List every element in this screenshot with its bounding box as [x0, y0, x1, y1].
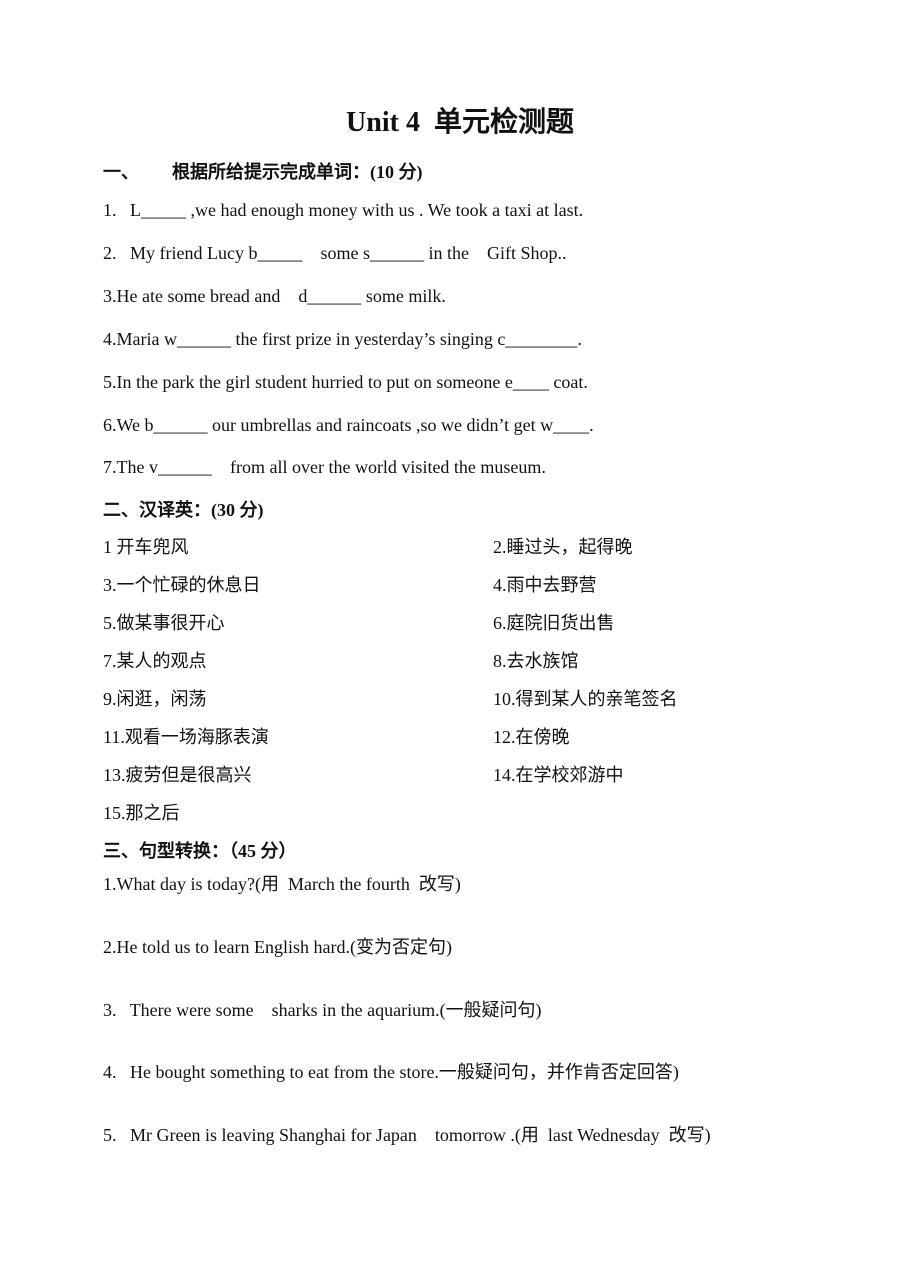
- translation-item-11: 11.观看一场海豚表演: [103, 727, 269, 747]
- translation-item-8: 8.去水族馆: [493, 651, 579, 671]
- section1-item-1: 1. L_____ ,we had enough money with us .…: [103, 200, 584, 220]
- transform-item-3: 3. There were some sharks in the aquariu…: [103, 1000, 542, 1020]
- section1-item-7: 7.The v______ from all over the world vi…: [103, 457, 546, 477]
- translation-item-2: 2.睡过头，起得晚: [493, 537, 633, 557]
- translation-item-10: 10.得到某人的亲笔签名: [493, 689, 678, 709]
- translation-item-15: 15.那之后: [103, 803, 180, 823]
- translation-item-3: 3.一个忙碌的休息日: [103, 575, 261, 595]
- section3-heading: 三、句型转换：（45 分）: [103, 841, 297, 861]
- translation-item-13: 13.疲劳但是很高兴: [103, 765, 252, 785]
- translation-item-1: 1 开车兜风: [103, 537, 189, 557]
- translation-item-7: 7.某人的观点: [103, 651, 207, 671]
- translation-item-9: 9.闲逛，闲荡: [103, 689, 207, 709]
- transform-item-1: 1.What day is today?(用 March the fourth …: [103, 874, 461, 894]
- section1-item-6: 6.We b______ our umbrellas and raincoats…: [103, 415, 594, 435]
- section1-heading: 根据所给提示完成单词：(10 分): [172, 162, 423, 182]
- translation-item-5: 5.做某事很开心: [103, 613, 225, 633]
- section1-number: 一、: [103, 162, 139, 182]
- translation-item-14: 14.在学校郊游中: [493, 765, 624, 785]
- section2-heading: 二、汉译英：(30 分): [103, 500, 264, 520]
- section1-item-3: 3.He ate some bread and d______ some mil…: [103, 286, 446, 306]
- translation-item-4: 4.雨中去野营: [493, 575, 597, 595]
- transform-item-5: 5. Mr Green is leaving Shanghai for Japa…: [103, 1125, 711, 1145]
- translation-item-12: 12.在傍晚: [493, 727, 570, 747]
- section1-item-4: 4.Maria w______ the first prize in yeste…: [103, 329, 582, 349]
- section1-item-2: 2. My friend Lucy b_____ some s______ in…: [103, 243, 567, 263]
- section1-item-5: 5.In the park the girl student hurried t…: [103, 372, 588, 392]
- transform-item-4: 4. He bought something to eat from the s…: [103, 1062, 679, 1082]
- translation-item-6: 6.庭院旧货出售: [493, 613, 615, 633]
- transform-item-2: 2.He told us to learn English hard.(变为否定…: [103, 937, 452, 957]
- page-title: Unit 4 单元检测题: [346, 107, 574, 138]
